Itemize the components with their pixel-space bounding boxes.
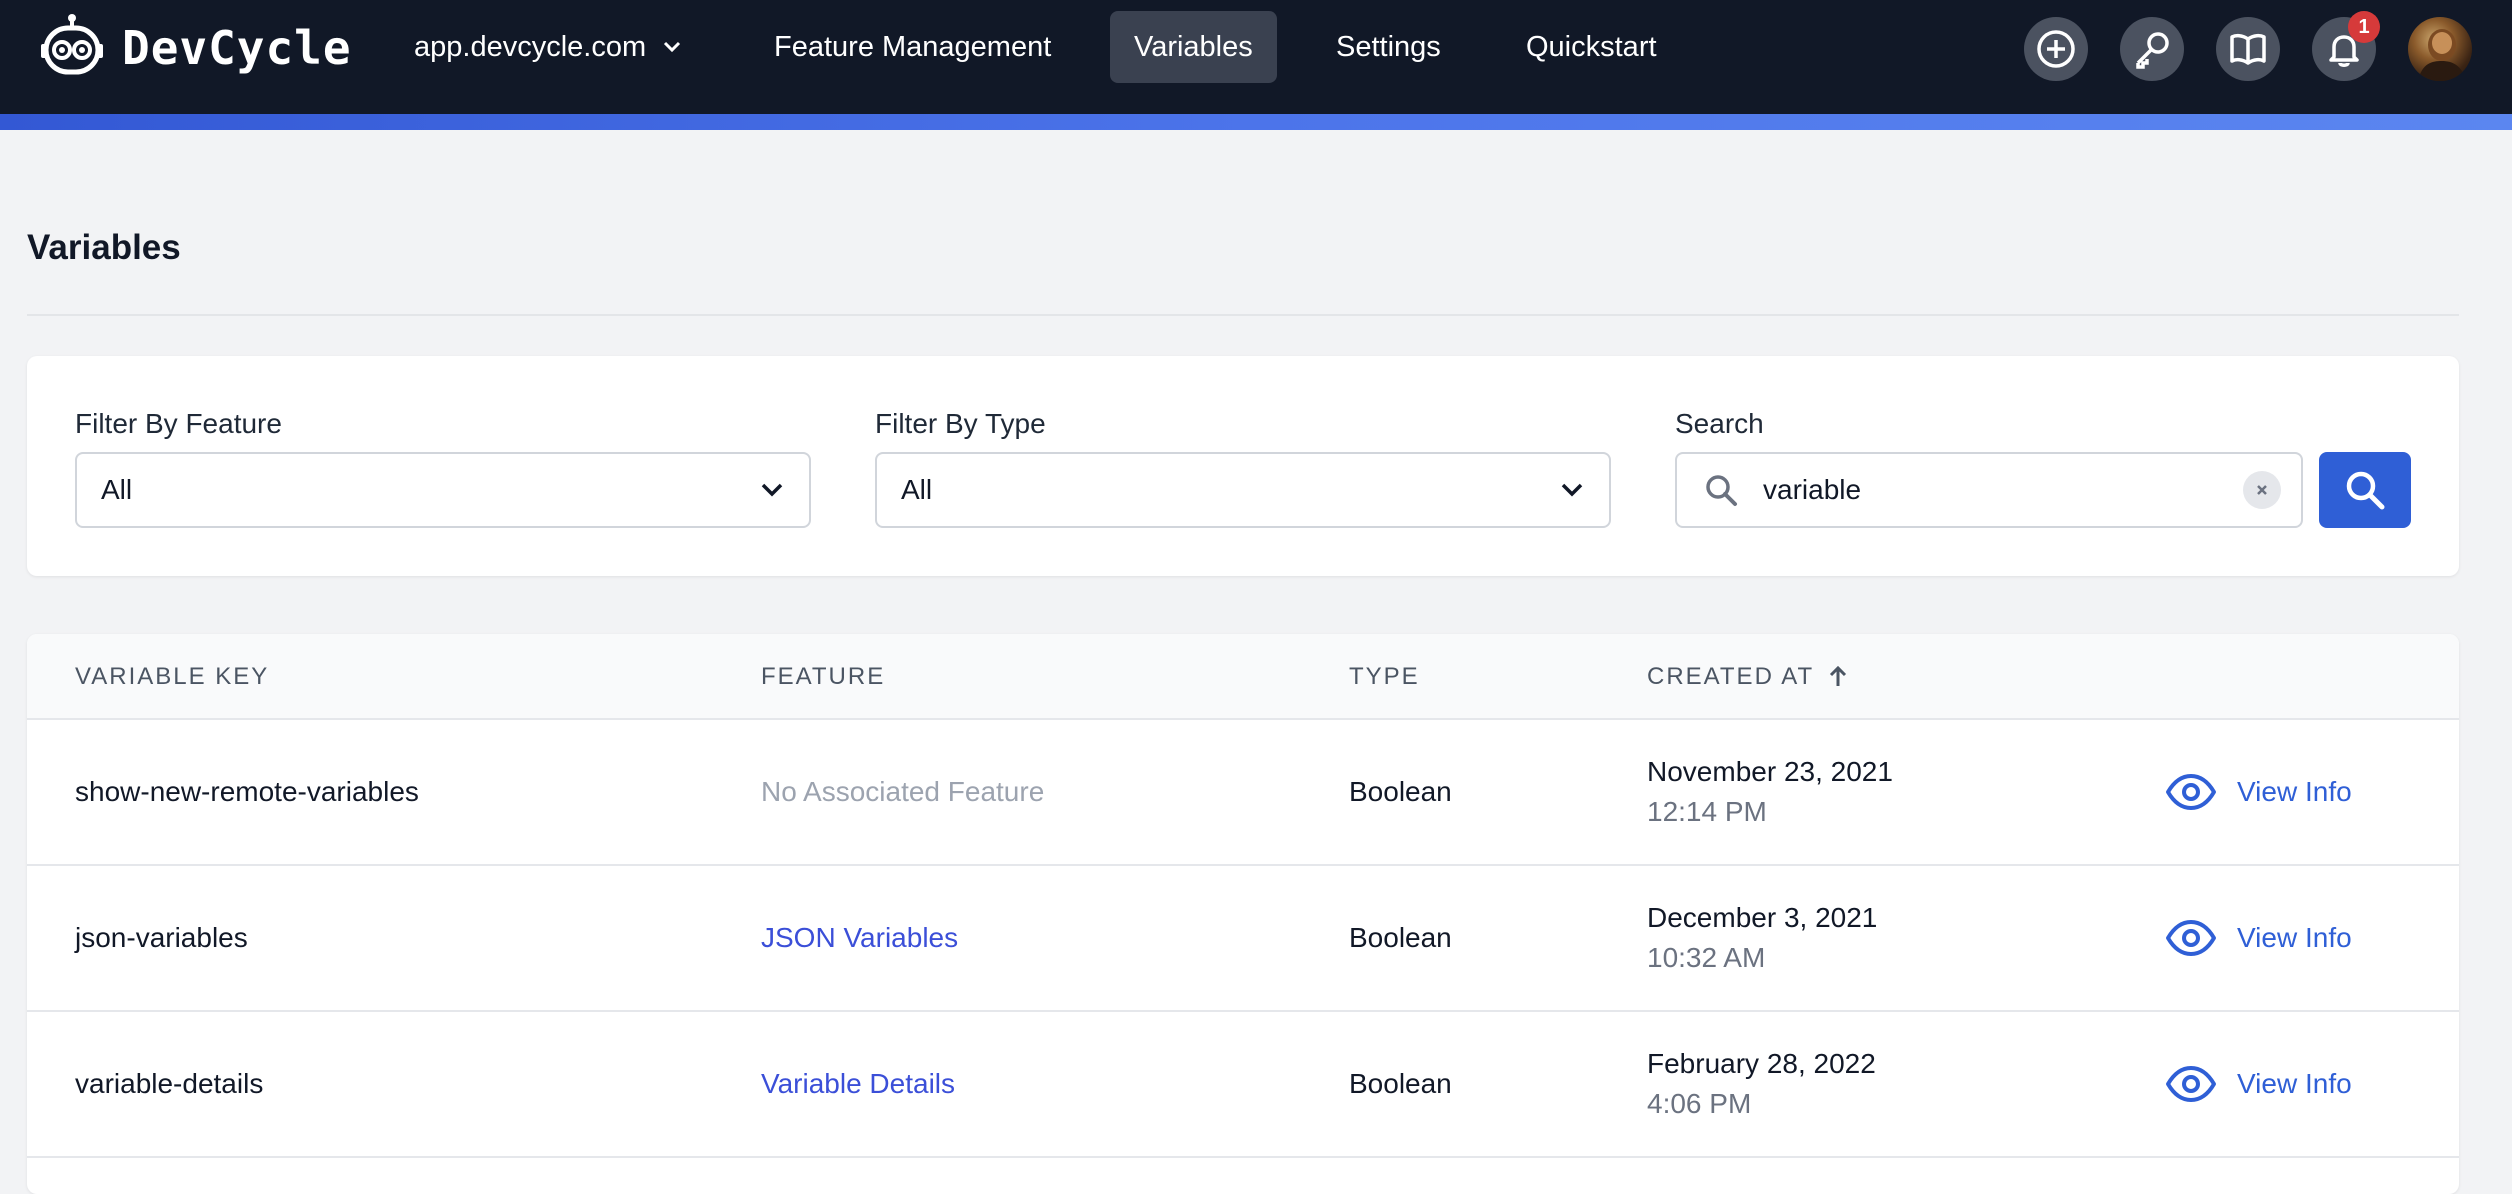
nav-quickstart[interactable]: Quickstart [1502,11,1681,83]
plus-circle-icon [2037,30,2075,68]
search-label: Search [1675,408,1764,439]
eye-icon [2166,920,2216,956]
view-info-label: View Info [2237,1068,2352,1099]
filter-type-value: All [901,474,933,505]
filter-type-select[interactable]: All [875,452,1611,528]
key-icon [2136,32,2169,69]
header-divider [27,314,2459,316]
created-date: December 3, 2021 [1647,902,1878,933]
brand-name: DevCycle [122,21,352,75]
variable-type: Boolean [1349,1068,1452,1099]
search-input[interactable]: variable [1675,452,2303,528]
filter-feature-value: All [101,474,133,505]
table-header: VARIABLE KEY FEATURE TYPE CREATED AT [27,634,2459,720]
filter-type-label: Filter By Type [875,408,1046,439]
created-at: December 3, 2021 10:32 AM [1647,866,1877,1010]
filter-feature-select[interactable]: All [75,452,811,528]
created-time: 10:32 AM [1647,942,1766,973]
search-icon [1706,475,1737,506]
view-info-button[interactable]: View Info [2165,720,2352,864]
page-title: Variables [27,228,181,267]
view-info-label: View Info [2237,922,2352,953]
sort-ascending-icon [1828,665,1848,689]
variable-key[interactable]: variable-details [75,1012,263,1156]
robot-logo-icon [41,14,103,75]
nav-variables[interactable]: Variables [1110,11,1277,83]
column-header-created-at-label: CREATED AT [1647,663,1815,690]
eye-icon [2166,1066,2216,1102]
top-nav: DevCycle app.devcycle.com Feature Manage… [0,0,2512,114]
org-switcher[interactable]: app.devcycle.com [390,11,706,83]
variable-key[interactable]: show-new-remote-variables [75,720,419,864]
feature-link[interactable]: JSON Variables [761,866,958,1010]
created-at: November 23, 2021 12:14 PM [1647,720,1893,864]
table-row: variable-details Variable Details Boolea… [27,1012,2459,1158]
created-time: 12:14 PM [1647,796,1767,827]
create-button[interactable] [2024,17,2088,81]
nav-accent-bar [0,114,2512,130]
api-keys-button[interactable] [2120,17,2184,81]
variable-key[interactable]: json-variables [75,866,248,1010]
clear-search-button[interactable] [2243,471,2281,509]
search-icon [2346,471,2385,510]
eye-icon [2166,774,2216,810]
devcycle-logo[interactable]: DevCycle [40,8,352,88]
feature-link[interactable]: Variable Details [761,1012,955,1156]
column-header-variable-key[interactable]: VARIABLE KEY [75,634,269,720]
book-icon [2230,33,2266,65]
filter-panel: Filter By Feature All Filter By Type All… [27,356,2459,576]
view-info-button[interactable]: View Info [2165,866,2352,1010]
avatar-image [2418,29,2466,81]
docs-button[interactable] [2216,17,2280,81]
created-date: February 28, 2022 [1647,1048,1876,1079]
column-header-created-at[interactable]: CREATED AT [1647,634,1848,720]
table-row: show-new-remote-variables No Associated … [27,720,2459,866]
created-date: November 23, 2021 [1647,756,1893,787]
nav-settings[interactable]: Settings [1312,11,1465,83]
notification-badge: 1 [2348,11,2380,43]
view-info-button[interactable]: View Info [2165,1012,2352,1156]
view-info-label: View Info [2237,776,2352,807]
created-at: February 28, 2022 4:06 PM [1647,1012,1876,1156]
column-header-type[interactable]: TYPE [1349,634,1420,720]
nav-feature-management[interactable]: Feature Management [750,11,1075,83]
variable-type: Boolean [1349,922,1452,953]
notifications-button[interactable]: 1 [2312,11,2380,81]
search-value: variable [1763,474,1862,505]
chevron-down-icon [1561,483,1583,497]
chevron-down-icon [761,483,783,497]
chevron-down-icon [662,40,682,54]
column-header-feature[interactable]: FEATURE [761,634,885,720]
variable-type: Boolean [1349,776,1452,807]
org-name: app.devcycle.com [414,30,647,63]
close-icon [2257,485,2267,495]
variables-table: VARIABLE KEY FEATURE TYPE CREATED AT sho… [27,634,2459,1194]
feature-name: No Associated Feature [761,776,1045,807]
table-row: json-variables JSON Variables Boolean De… [27,866,2459,1012]
created-time: 4:06 PM [1647,1088,1752,1119]
user-avatar[interactable] [2408,17,2472,81]
filter-feature-label: Filter By Feature [75,408,282,439]
search-button[interactable] [2319,452,2411,528]
